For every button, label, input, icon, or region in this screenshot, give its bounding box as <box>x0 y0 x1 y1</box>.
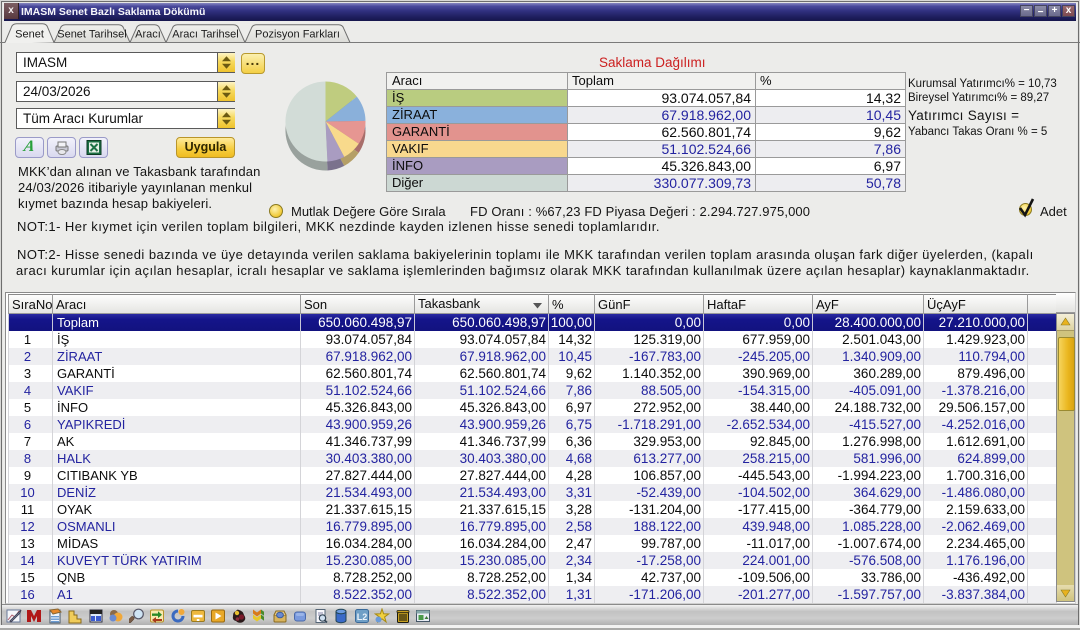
svg-text:L2: L2 <box>357 612 368 622</box>
svg-text:Aracı Tarihsel: Aracı Tarihsel <box>172 29 238 41</box>
svg-text:Aracı: Aracı <box>135 29 161 41</box>
svg-text:Pozisyon Farkları: Pozisyon Farkları <box>255 29 340 41</box>
svg-text:Senet Tarihsel: Senet Tarihsel <box>57 29 127 41</box>
svg-text:Senet: Senet <box>15 29 44 41</box>
